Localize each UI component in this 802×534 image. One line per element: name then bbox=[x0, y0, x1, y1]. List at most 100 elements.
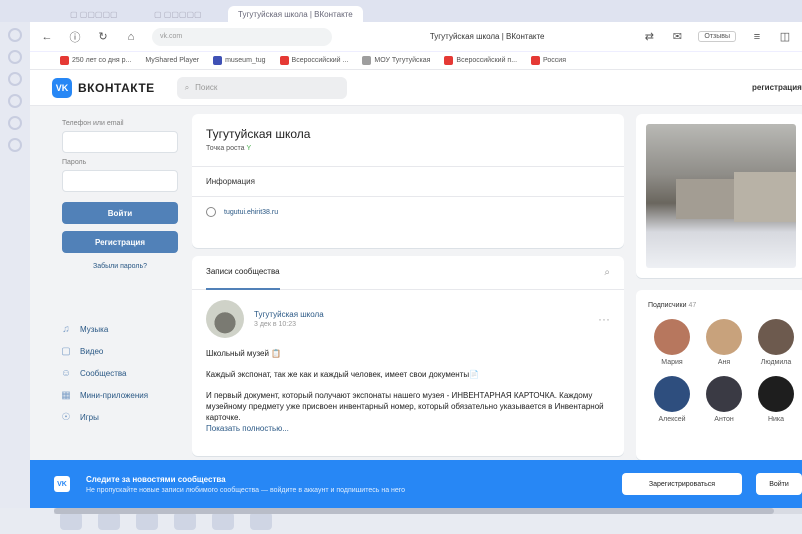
globe-icon bbox=[206, 207, 216, 217]
search-icon[interactable]: ⌕ bbox=[604, 267, 610, 278]
browser-tab[interactable]: ▢ ▢▢▢▢▢ bbox=[144, 6, 224, 22]
info-icon[interactable]: ⓘ bbox=[68, 30, 82, 44]
sidebar-app-icon[interactable] bbox=[8, 138, 22, 152]
nav-item-music[interactable]: ♫ Музыка bbox=[60, 318, 190, 340]
bookmark-icon bbox=[213, 56, 223, 65]
post-paragraph: Школьный музей 📋 bbox=[206, 349, 282, 358]
website-link[interactable]: tugutui.ehirit38.ru bbox=[192, 197, 624, 227]
nav-item-apps[interactable]: ▦ Мини-приложения bbox=[60, 384, 190, 406]
password-input[interactable] bbox=[62, 170, 178, 192]
nav-item-communities[interactable]: ☺ Сообщества bbox=[60, 362, 190, 384]
home-icon[interactable]: ⌂ bbox=[124, 30, 138, 44]
translate-icon[interactable]: ⇄ bbox=[642, 30, 656, 44]
posts-card: Записи сообщества ⌕ Тугутуйская школа 3 … bbox=[192, 256, 624, 456]
post-author[interactable]: Тугутуйская школа bbox=[254, 310, 324, 319]
taskbar-app-icon[interactable] bbox=[174, 512, 196, 530]
avatar bbox=[654, 376, 690, 412]
browser-toolbar: ← ⓘ ↻ ⌂ vk.com Тугутуйская школа | ВКонт… bbox=[30, 22, 802, 52]
bookmark-item[interactable]: Россия bbox=[531, 56, 566, 65]
banner-title: Следите за новостями сообщества bbox=[86, 474, 226, 484]
vk-header: VK ВКОНТАКТЕ ⌕ Поиск регистрация bbox=[30, 70, 802, 106]
sidebar-app-icon[interactable] bbox=[8, 72, 22, 86]
nav-item-video[interactable]: ▢ Видео bbox=[60, 340, 190, 362]
phone-label: Телефон или email bbox=[62, 120, 124, 127]
vk-logo-text[interactable]: ВКОНТАКТЕ bbox=[78, 81, 155, 95]
post-paragraph: И первый документ, который получают эксп… bbox=[206, 391, 604, 422]
sidebar-app-icon[interactable] bbox=[8, 94, 22, 108]
taskbar-app-icon[interactable] bbox=[250, 512, 272, 530]
banner-login-button[interactable]: Войти bbox=[756, 473, 802, 495]
browser-tab-active[interactable]: Тугутуйская школа | ВКонтакте bbox=[228, 6, 363, 22]
taskbar-app-icon[interactable] bbox=[98, 512, 120, 530]
horizontal-scrollbar[interactable] bbox=[54, 508, 802, 514]
vk-logo-icon: VK bbox=[54, 476, 70, 492]
banner-subtitle: Не пропускайте новые записи любимого соо… bbox=[86, 486, 406, 494]
forgot-password-link[interactable]: Забыли пароль? bbox=[52, 263, 188, 270]
back-arrow-icon[interactable]: ← bbox=[40, 30, 54, 44]
nav-item-games[interactable]: ☉ Игры bbox=[60, 406, 190, 428]
sidebar-app-icon[interactable] bbox=[8, 116, 22, 130]
group-name: Тугутуйская школа bbox=[206, 127, 311, 141]
subscriber[interactable]: Ника bbox=[750, 376, 802, 423]
banner-register-button[interactable]: Зарегистрироваться bbox=[622, 473, 742, 495]
subscriber[interactable]: Алексей bbox=[646, 376, 698, 423]
scrollbar-thumb[interactable] bbox=[54, 508, 774, 514]
browser-tab[interactable]: ▢ ▢▢▢▢▢ bbox=[60, 6, 140, 22]
subscriber[interactable]: Мария bbox=[646, 319, 698, 366]
video-icon: ▢ bbox=[61, 345, 71, 357]
post-avatar[interactable] bbox=[206, 300, 244, 338]
register-button[interactable]: Регистрация bbox=[62, 231, 178, 253]
browser-tab-strip: ▢ ▢▢▢▢▢ ▢ ▢▢▢▢▢ Тугутуйская школа | ВКон… bbox=[0, 0, 802, 22]
avatar bbox=[706, 376, 742, 412]
bookmark-item[interactable]: Всероссийский ... bbox=[279, 56, 348, 65]
page-title: Тугутуйская школа | ВКонтакте bbox=[429, 32, 545, 41]
active-tab-title: Тугутуйская школа | ВКонтакте bbox=[238, 9, 353, 19]
avatar bbox=[758, 319, 794, 355]
subscriber[interactable]: Антон bbox=[698, 376, 750, 423]
post-paragraph: Каждый экспонат, так же как и каждый чел… bbox=[206, 370, 480, 379]
left-sidebar-strip bbox=[0, 22, 30, 534]
avatar bbox=[706, 319, 742, 355]
bookmark-item[interactable]: Всероссийский п... bbox=[444, 56, 517, 65]
taskbar-app-icon[interactable] bbox=[212, 512, 234, 530]
bookmark-item[interactable]: 250 лет со дня р... bbox=[60, 56, 131, 65]
login-button[interactable]: Войти bbox=[62, 202, 178, 224]
search-icon: ⌕ bbox=[184, 82, 190, 92]
school-photo[interactable] bbox=[646, 124, 796, 268]
address-bar[interactable]: vk.com bbox=[152, 27, 332, 46]
vk-logo-icon[interactable]: VK bbox=[52, 77, 72, 98]
url-text: vk.com bbox=[160, 33, 183, 40]
login-panel: Телефон или email Пароль Войти Регистрац… bbox=[52, 114, 188, 304]
search-placeholder: Поиск bbox=[195, 83, 218, 92]
left-nav: ♫ Музыка ▢ Видео ☺ Сообщества ▦ Мини-приложе… bbox=[60, 318, 190, 428]
menu-icon[interactable]: ≡ bbox=[750, 30, 764, 44]
communities-icon: ☺ bbox=[60, 367, 72, 379]
taskbar-app-icon[interactable] bbox=[60, 512, 82, 530]
info-heading[interactable]: Информация bbox=[192, 167, 624, 196]
extensions-icon[interactable]: ◫ bbox=[778, 30, 792, 44]
cover-photo-card bbox=[636, 114, 802, 278]
vk-search-input[interactable]: ⌕ Поиск bbox=[176, 76, 347, 99]
phone-input[interactable] bbox=[62, 131, 178, 153]
post-date[interactable]: 3 дек в 10:23 bbox=[254, 321, 324, 328]
mail-icon[interactable]: ✉ bbox=[670, 30, 684, 44]
reload-icon[interactable]: ↻ bbox=[96, 30, 110, 44]
sidebar-app-icon[interactable] bbox=[8, 50, 22, 64]
bookmark-item[interactable]: MyShared Player bbox=[145, 57, 199, 64]
more-options-icon[interactable]: ··· bbox=[598, 312, 610, 326]
subscriber[interactable]: Людмила bbox=[750, 319, 802, 366]
top-register-link[interactable]: регистрация bbox=[752, 83, 802, 92]
avatar bbox=[654, 319, 690, 355]
tab-community-posts[interactable]: Записи сообщества bbox=[206, 256, 280, 290]
subscribers-title[interactable]: Подписчики 47 bbox=[636, 290, 802, 309]
sidebar-app-icon[interactable] bbox=[8, 28, 22, 42]
password-label: Пароль bbox=[62, 159, 87, 166]
reviews-button[interactable]: Отзывы bbox=[698, 31, 736, 42]
follow-banner: VK Следите за новостями сообщества Не пр… bbox=[30, 460, 802, 508]
taskbar-app-icon[interactable] bbox=[136, 512, 158, 530]
bookmark-item[interactable]: museum_tug bbox=[213, 56, 266, 65]
bookmark-item[interactable]: МОУ Тугутуйская bbox=[362, 56, 430, 65]
bookmark-icon bbox=[60, 56, 69, 65]
subscriber[interactable]: Аня bbox=[698, 319, 750, 366]
show-more-link[interactable]: Показать полностью... bbox=[206, 423, 610, 434]
